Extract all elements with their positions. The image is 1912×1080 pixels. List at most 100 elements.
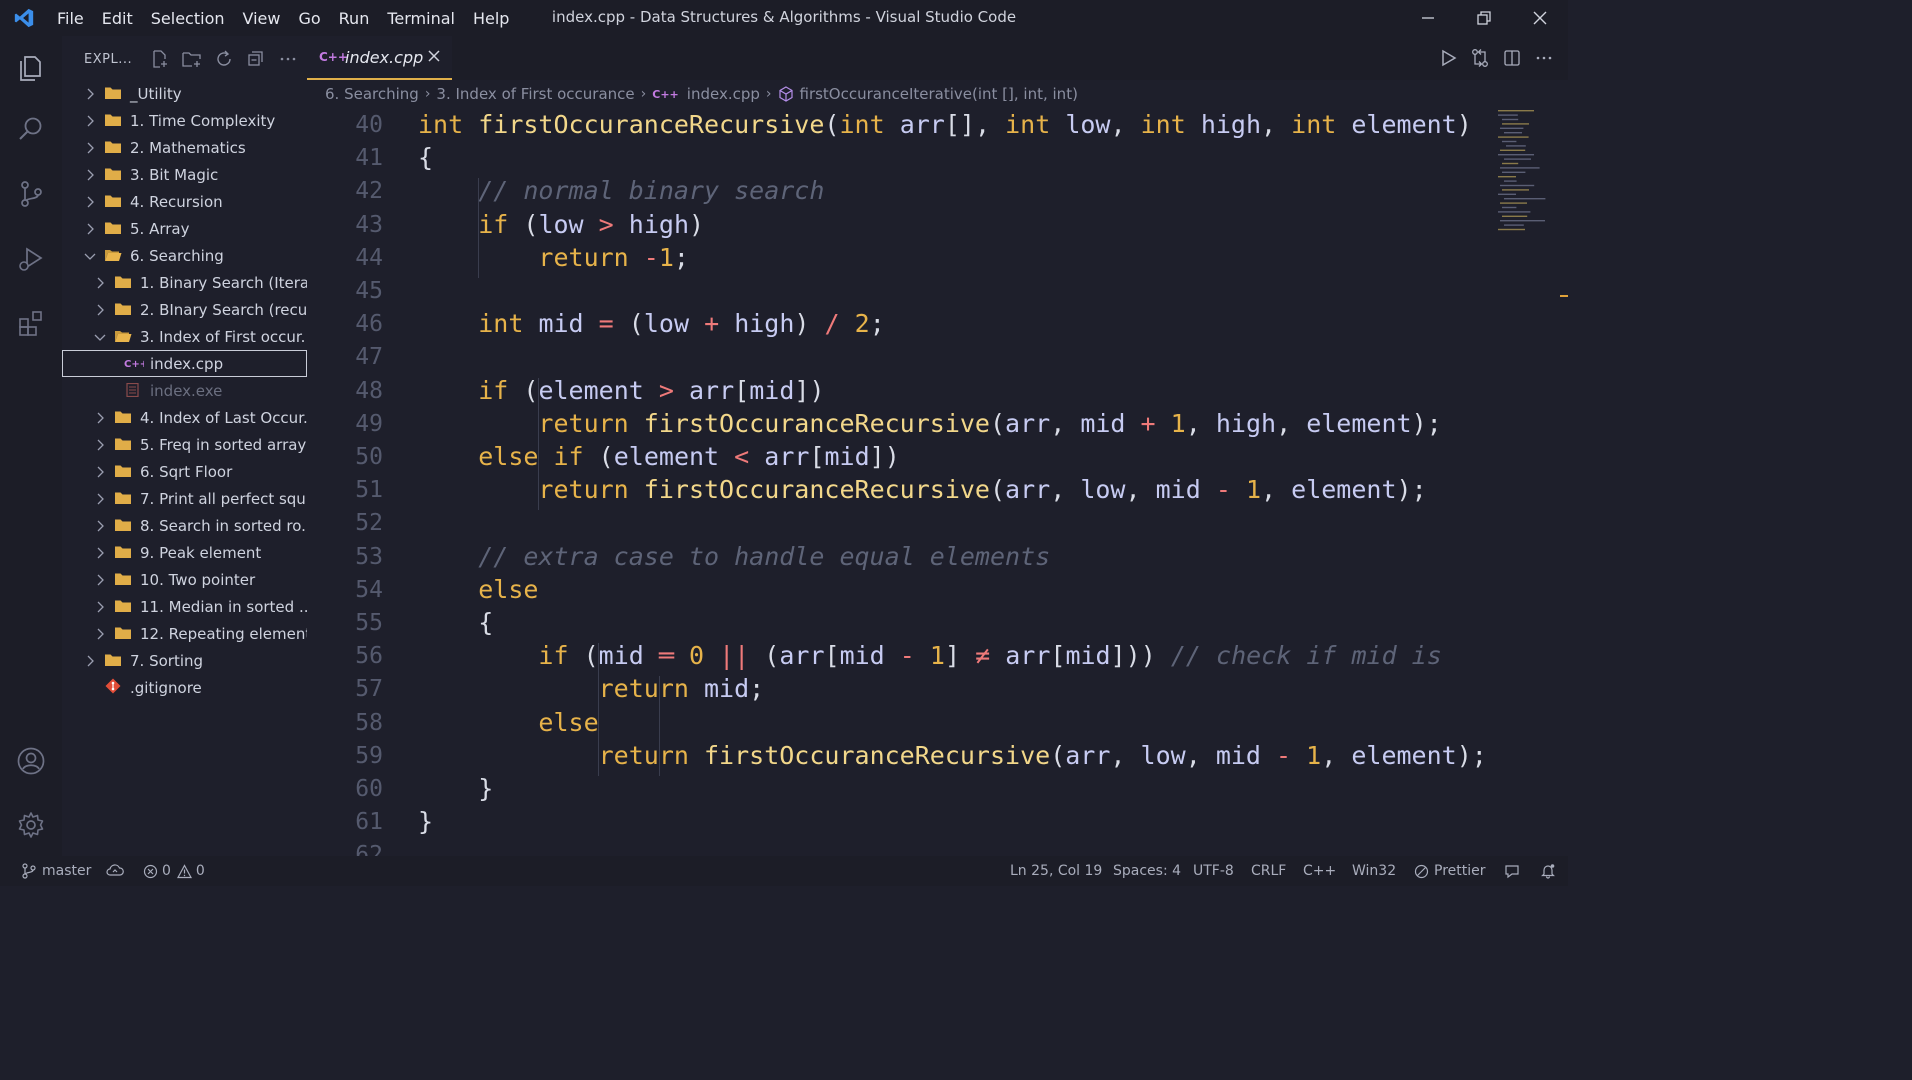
tree-item-index-exe[interactable]: index.exe [62,377,307,404]
tree-item-7-sorting[interactable]: 7. Sorting [62,647,307,674]
prettier-status[interactable]: Prettier [1414,863,1486,879]
line-number: 44 [355,244,383,271]
tree-item-1-time-complexity[interactable]: 1. Time Complexity [62,107,307,134]
split-editor-icon[interactable] [1496,42,1528,74]
search-icon[interactable] [0,104,62,154]
code-line: 42 // normal binary search [307,176,1507,209]
tree-item-index-cpp[interactable]: C++ index.cpp [62,350,307,377]
chevron-right-icon [84,655,96,667]
tree-item-7-print-all-perfect-squ[interactable]: 7. Print all perfect squ... [62,485,307,512]
source-control-icon[interactable] [0,169,62,219]
refresh-icon[interactable] [208,44,240,74]
tree-item-4-index-of-last-occur[interactable]: 4. Index of Last Occur... [62,404,307,431]
tree-item-11-median-in-sorted[interactable]: 11. Median in sorted ... [62,593,307,620]
feedback-icon[interactable] [1504,863,1520,879]
folder-icon [104,194,122,208]
tree-item-5-array[interactable]: 5. Array [62,215,307,242]
breadcrumb-folder-first-occurance[interactable]: 3. Index of First occurance [436,85,634,103]
prettier-icon [1414,864,1429,879]
menu-file[interactable]: File [48,9,93,28]
cursor-position[interactable]: Ln 25, Col 19 [1010,863,1102,879]
chevron-right-icon [94,304,106,316]
tree-item-3-bit-magic[interactable]: 3. Bit Magic [62,161,307,188]
settings-gear-icon[interactable] [0,800,62,850]
menu-help[interactable]: Help [464,9,518,28]
folder-icon [114,626,132,640]
restore-button[interactable] [1456,0,1512,36]
code-text: else [538,707,599,737]
tree-item-1-binary-search-itera[interactable]: 1. Binary Search (Itera... [62,269,307,296]
tree-item-4-recursion[interactable]: 4. Recursion [62,188,307,215]
encoding[interactable]: UTF-8 [1193,863,1234,879]
tree-item-8-search-in-sorted-ro[interactable]: 8. Search in sorted ro... [62,512,307,539]
menu-view[interactable]: View [234,9,290,28]
menu-edit[interactable]: Edit [93,9,142,28]
tree-item-gitignore[interactable]: .gitignore [62,674,307,701]
code-line: 60 } [307,774,1507,807]
menu-terminal[interactable]: Terminal [378,9,464,28]
extensions-icon[interactable] [0,298,62,348]
tree-item-label: 4. Index of Last Occur... [140,408,307,427]
minimap-line [1500,127,1524,129]
tab-index-cpp[interactable]: C++ index.cpp [307,36,452,80]
run-code-icon[interactable] [1432,42,1464,74]
tree-item-utility[interactable]: _Utility [62,80,307,107]
line-number: 57 [355,676,383,703]
editor-more-icon[interactable] [1528,42,1560,74]
explorer-icon[interactable] [0,42,62,92]
sync-icon[interactable] [106,863,124,877]
code-line: 54 else [307,575,1507,608]
breadcrumb-file[interactable]: index.cpp [687,85,760,103]
menu-selection[interactable]: Selection [142,9,234,28]
run-debug-icon[interactable] [0,234,62,284]
minimize-button[interactable] [1400,0,1456,36]
branch-indicator[interactable]: master [22,863,91,879]
chevron-right-icon [84,142,96,154]
folder-icon [104,113,122,127]
tree-item-6-searching[interactable]: 6. Searching [62,242,307,269]
tree-item-12-repeating-element[interactable]: 12. Repeating element [62,620,307,647]
code-editor[interactable]: 40 int firstOccuranceRecursive(int arr[],… [307,110,1568,856]
platform[interactable]: Win32 [1352,863,1396,879]
tree-item-2-binary-search-recu[interactable]: 2. BInary Search (recu... [62,296,307,323]
indentation[interactable]: Spaces: 4 [1113,863,1181,879]
breadcrumb-folder-searching[interactable]: 6. Searching [325,85,419,103]
close-window-button[interactable] [1512,0,1568,36]
folder-icon [114,437,132,451]
chevron-right-icon [94,466,106,478]
chevron-right-icon [84,115,96,127]
menu-run[interactable]: Run [330,9,379,28]
breadcrumb-function[interactable]: firstOccuranceIterative(int [], int, int… [800,85,1078,103]
code-text: return firstOccuranceRecursive(arr, low,… [538,475,1427,505]
tree-item-9-peak-element[interactable]: 9. Peak element [62,539,307,566]
new-file-icon[interactable] [144,44,176,74]
tree-item-2-mathematics[interactable]: 2. Mathematics [62,134,307,161]
tree-item-10-two-pointer[interactable]: 10. Two pointer [62,566,307,593]
tree-item-6-sqrt-floor[interactable]: 6. Sqrt Floor [62,458,307,485]
git-icon [104,678,122,694]
indent-guide [658,676,660,743]
code-text: return -1; [538,242,689,272]
close-tab-icon[interactable] [426,48,442,68]
tree-item-3-index-of-first-occur[interactable]: 3. Index of First occur... [62,323,307,350]
breadcrumb: 6. Searching › 3. Index of First occuran… [325,82,1078,106]
compare-changes-icon[interactable] [1464,42,1496,74]
more-actions-icon[interactable] [272,44,304,74]
tree-item-5-freq-in-sorted-array[interactable]: 5. Freq in sorted array [62,431,307,458]
minimap-line [1500,202,1527,204]
line-number: 58 [355,709,383,736]
line-number: 46 [355,311,383,338]
code-text: return firstOccuranceRecursive(arr, mid … [538,408,1442,438]
accounts-icon[interactable] [0,736,62,786]
breadcrumb-cpp-icon: C++ [652,87,679,101]
collapse-all-icon[interactable] [240,44,272,74]
line-number: 59 [355,742,383,769]
error-count: 0 [162,863,171,879]
new-folder-icon[interactable] [176,44,208,74]
notifications-bell-icon[interactable] [1540,863,1556,879]
language-mode[interactable]: C++ [1303,863,1336,879]
problems-indicator[interactable]: 0 0 [143,863,205,879]
menu-go[interactable]: Go [289,9,329,28]
line-ending[interactable]: CRLF [1251,863,1286,879]
minimap[interactable] [1494,108,1556,238]
